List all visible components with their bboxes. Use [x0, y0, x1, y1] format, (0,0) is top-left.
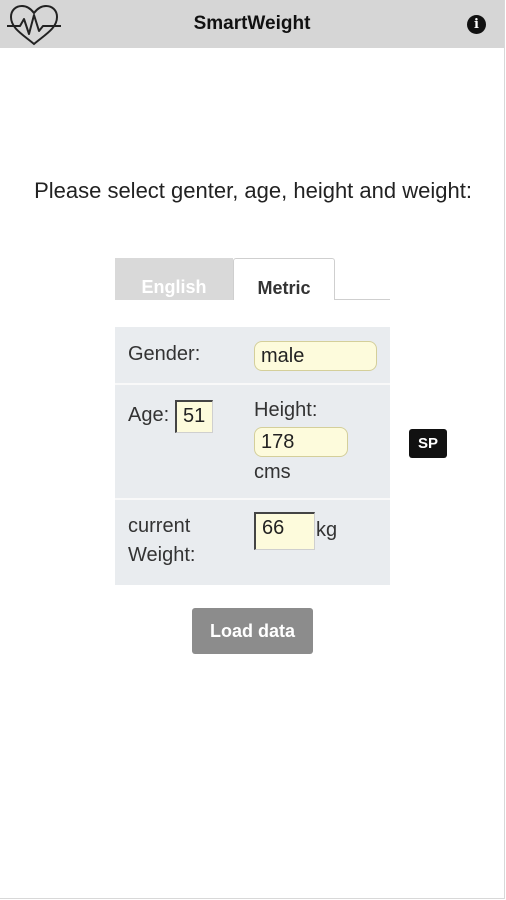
age-field[interactable]: 51	[175, 400, 213, 433]
instruction-text: Please select genter, age, height and we…	[34, 178, 472, 203]
top-bar: SmartWeight i	[0, 0, 504, 48]
row-divider	[115, 498, 390, 500]
weight-field[interactable]: 66	[254, 512, 315, 550]
form-panel: Gender: male Age: 51 Height: 178 cms cur…	[115, 327, 390, 585]
weight-label-line2: Weight:	[128, 544, 196, 566]
height-label: Height:	[254, 399, 318, 421]
sp-button[interactable]: SP	[409, 429, 447, 458]
gender-label: Gender:	[128, 343, 201, 365]
gender-field[interactable]: male	[254, 341, 377, 371]
unit-tabs: English Metric	[115, 258, 390, 300]
tab-metric[interactable]: Metric	[233, 258, 335, 300]
info-icon[interactable]: i	[467, 15, 486, 34]
age-label: Age:	[128, 404, 170, 426]
height-field[interactable]: 178	[254, 427, 348, 457]
tab-baseline	[335, 299, 390, 300]
tab-english[interactable]: English	[115, 258, 233, 300]
weight-label-line1: current	[128, 515, 191, 537]
height-unit: cms	[254, 461, 291, 483]
load-data-button[interactable]: Load data	[192, 608, 313, 654]
row-divider	[115, 383, 390, 385]
app-title: SmartWeight	[193, 13, 311, 34]
weight-unit: kg	[316, 519, 338, 541]
